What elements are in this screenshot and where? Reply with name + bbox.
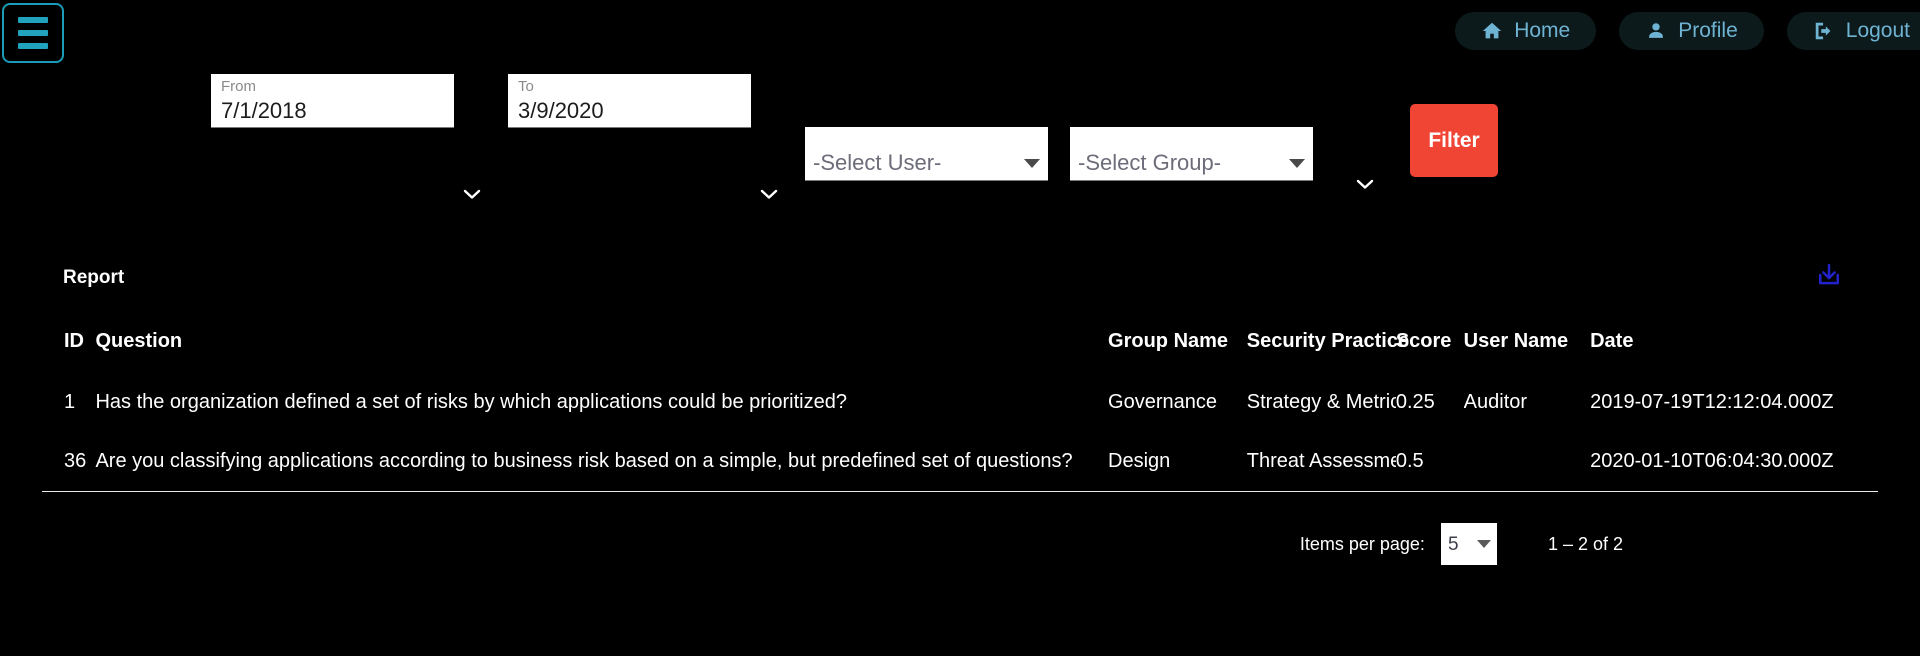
items-per-page-select[interactable]: 5	[1440, 523, 1497, 565]
table-row[interactable]: 36 Are you classifying applications acco…	[42, 432, 1878, 492]
logout-icon	[1813, 20, 1835, 42]
select-group-value: -Select Group-	[1078, 150, 1222, 175]
report-card-title: Report	[63, 267, 125, 288]
cell-security-practice: Strategy & Metrics	[1246, 391, 1396, 413]
to-date-value: 3/9/2020	[518, 98, 604, 123]
cell-group-name: Governance	[1108, 391, 1217, 413]
dropdown-arrow-icon	[1476, 540, 1491, 548]
logout-button[interactable]: Logout	[1786, 12, 1920, 50]
items-per-page-value: 5	[1447, 533, 1459, 555]
nav-buttons: Home Profile Logout	[1455, 12, 1920, 50]
profile-button-label: Profile	[1678, 19, 1738, 42]
cell-id: 1	[64, 391, 76, 413]
to-date-label: To	[518, 78, 534, 95]
filter-button[interactable]: Filter	[1410, 104, 1498, 177]
hamburger-menu-icon-bar-3	[18, 43, 48, 49]
cell-security-practice: Threat Assessment	[1246, 432, 1396, 492]
logout-button-label: Logout	[1845, 19, 1910, 42]
chevron-down-icon	[760, 189, 778, 199]
column-header-question[interactable]: Question	[95, 320, 1108, 373]
home-button[interactable]: Home	[1455, 12, 1597, 50]
column-header-score[interactable]: Score	[1396, 320, 1464, 373]
table-row[interactable]: 1 Has the organization defined a set of …	[42, 373, 1878, 432]
extra-dropdown-toggle[interactable]	[1353, 172, 1377, 196]
to-datepicker-toggle[interactable]	[757, 182, 781, 206]
column-header-id[interactable]: ID	[42, 320, 95, 373]
cell-question: Has the organization defined a set of ri…	[95, 391, 847, 413]
cell-group-name: Design	[1108, 432, 1247, 492]
cell-date: 2019-07-19T12:12:04.000Z	[1590, 391, 1834, 413]
cell-score: 0.5	[1395, 432, 1464, 492]
home-icon	[1481, 20, 1503, 42]
paginator-range-label: 1 – 2 of 2	[1547, 533, 1623, 554]
report-table: ID Question Group Name Security Practice…	[42, 320, 1878, 492]
hamburger-menu-button[interactable]	[2, 3, 64, 63]
home-button-label: Home	[1514, 19, 1571, 42]
profile-button[interactable]: Profile	[1619, 12, 1764, 50]
cell-date: 2020-01-10T06:04:30.000Z	[1590, 432, 1878, 492]
cell-user-name	[1463, 432, 1591, 492]
chevron-down-icon	[1356, 179, 1374, 189]
select-user-dropdown[interactable]: -Select User-	[805, 127, 1048, 181]
select-group-dropdown[interactable]: -Select Group-	[1070, 127, 1313, 181]
select-user-value: -Select User-	[813, 150, 942, 175]
column-header-date[interactable]: Date	[1590, 320, 1878, 373]
cell-user-name: Auditor	[1463, 391, 1528, 413]
app-root: Home Profile Logout From 7/1/2018 To 3/9…	[0, 0, 1920, 656]
table-header-row: ID Question Group Name Security Practice…	[42, 320, 1878, 373]
from-datepicker-toggle[interactable]	[460, 182, 484, 206]
top-bar: Home Profile Logout	[0, 0, 1920, 64]
to-date-field[interactable]: To 3/9/2020	[508, 74, 751, 128]
column-header-user-name[interactable]: User Name	[1464, 320, 1590, 373]
hamburger-menu-icon-bar-2	[18, 30, 48, 36]
dropdown-arrow-icon	[1024, 159, 1040, 168]
column-header-group-name[interactable]: Group Name	[1108, 320, 1247, 373]
cell-score: 0.25	[1395, 391, 1435, 413]
dropdown-arrow-icon	[1289, 159, 1305, 168]
report-table-body: 1 Has the organization defined a set of …	[42, 373, 1878, 492]
report-table-head: ID Question Group Name Security Practice…	[42, 320, 1878, 373]
filter-row: From 7/1/2018 To 3/9/2020 -Select User- …	[0, 64, 1920, 199]
cell-question: Are you classifying applications accordi…	[95, 432, 1109, 492]
download-icon[interactable]	[1812, 258, 1846, 292]
items-per-page-label: Items per page:	[1299, 533, 1425, 554]
from-date-value: 7/1/2018	[221, 98, 307, 123]
hamburger-menu-icon-bar-1	[18, 17, 48, 23]
column-header-security-practice[interactable]: Security Practice	[1247, 320, 1409, 373]
from-date-label: From	[221, 78, 256, 95]
chevron-down-icon	[463, 189, 481, 199]
from-date-field[interactable]: From 7/1/2018	[211, 74, 454, 128]
paginator: Items per page: 5 1 – 2 of 2	[42, 515, 1878, 573]
cell-id: 36	[42, 432, 96, 492]
person-icon	[1645, 20, 1667, 42]
